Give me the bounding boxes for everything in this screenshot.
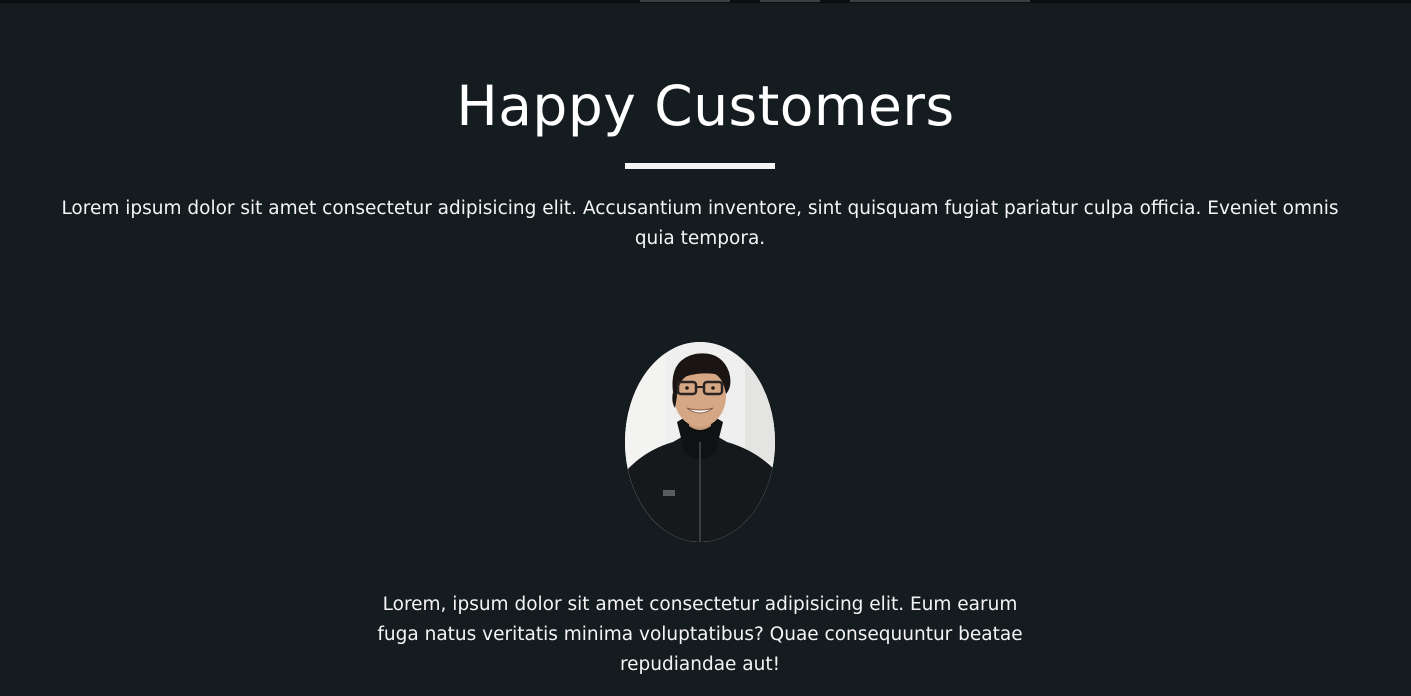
title-underline [625,163,775,169]
customer-photo-icon [625,342,775,542]
testimonial-quote: Lorem, ipsum dolor sit amet consectetur … [377,594,1023,675]
section-title: Happy Customers [456,74,955,138]
customer-avatar [625,342,775,542]
happy-customers-section: Happy Customers Lorem ipsum dolor sit am… [0,0,1411,696]
section-intro-text: Lorem ipsum dolor sit amet consectetur a… [61,198,1339,249]
